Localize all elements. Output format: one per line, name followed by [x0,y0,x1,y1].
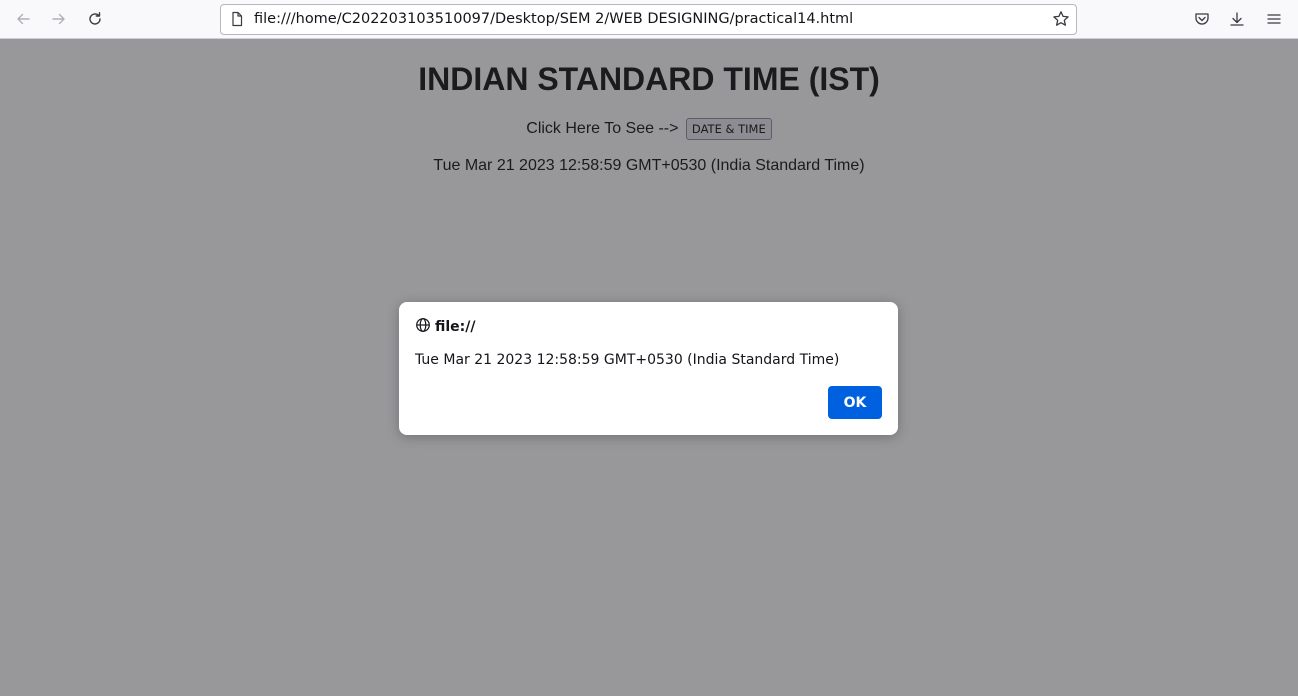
star-icon[interactable] [1052,10,1070,32]
pocket-button[interactable] [1188,5,1216,33]
dialog-origin: file:// [435,319,476,335]
menu-button[interactable] [1260,5,1288,33]
ok-button[interactable]: OK [828,386,882,419]
downloads-button[interactable] [1223,5,1251,33]
alert-dialog: file:// Tue Mar 21 2023 12:58:59 GMT+053… [399,302,898,435]
url-bar[interactable]: file:///home/C202203103510097/Desktop/SE… [220,4,1077,35]
arrow-right-icon [51,11,67,27]
arrow-left-icon [15,11,31,27]
hamburger-menu-icon [1266,11,1282,27]
reload-button[interactable] [81,5,109,33]
back-button[interactable] [9,5,37,33]
download-icon [1229,11,1245,27]
url-text[interactable]: file:///home/C202203103510097/Desktop/SE… [254,5,853,34]
forward-button[interactable] [45,5,73,33]
pocket-icon [1194,11,1210,27]
reload-icon [87,11,103,27]
globe-icon [415,317,435,337]
browser-toolbar: file:///home/C202203103510097/Desktop/SE… [0,0,1298,39]
dialog-message: Tue Mar 21 2023 12:58:59 GMT+0530 (India… [415,352,840,368]
page-icon [229,11,245,31]
dialog-title: file:// [415,317,476,337]
